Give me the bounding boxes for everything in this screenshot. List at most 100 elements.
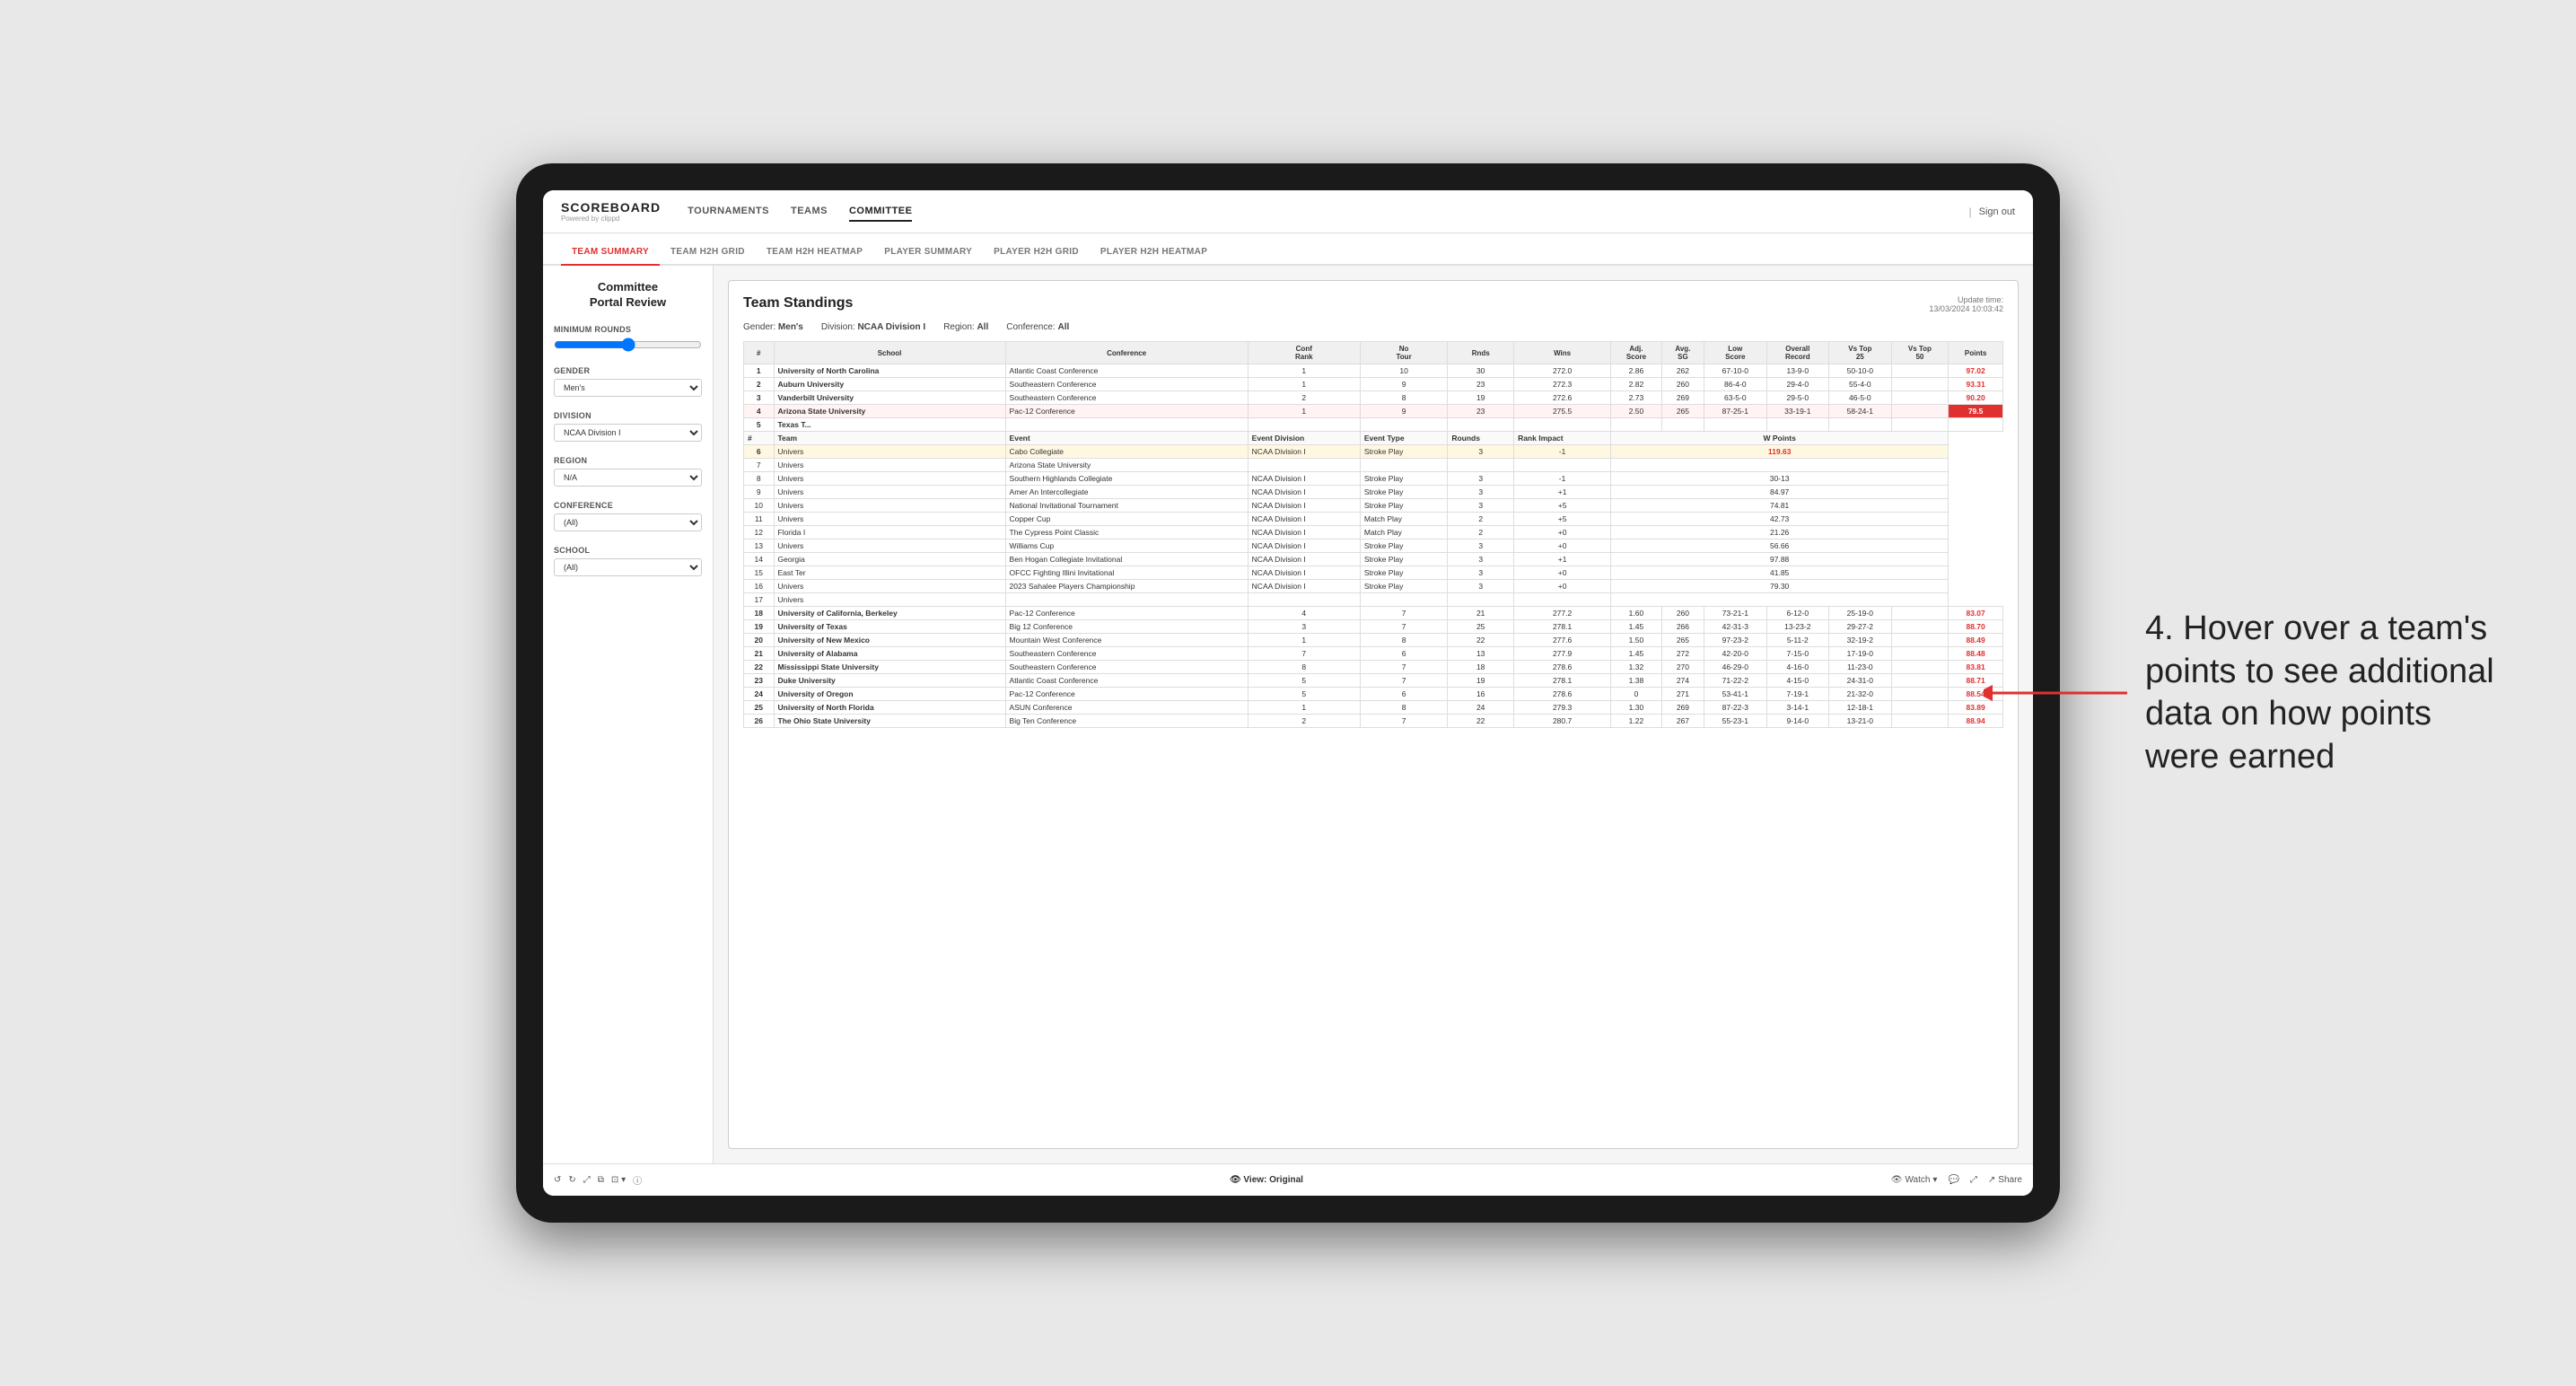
comment-btn[interactable]: 💬 <box>1948 1175 1958 1185</box>
division-select[interactable]: NCAA Division I NCAA Division II <box>554 424 702 442</box>
subnav-team-h2h-heatmap[interactable]: TEAM H2H HEATMAP <box>756 240 873 266</box>
col-vs-top25: Vs Top25 <box>1829 342 1892 364</box>
filter-gender: Gender: Men's <box>743 322 803 332</box>
table-row[interactable]: 3 Vanderbilt University Southeastern Con… <box>744 391 2003 405</box>
filter-row: Gender: Men's Division: NCAA Division I … <box>743 322 2003 332</box>
tablet-frame: SCOREBOARD Powered by clippd TOURNAMENTS… <box>516 163 2060 1223</box>
tooltip-row: 10 Univers National Invitational Tournam… <box>744 499 2003 513</box>
sidebar-conference: Conference (All) <box>554 501 702 531</box>
watch-icon: 👁 <box>1891 1175 1903 1185</box>
subnav-player-h2h-grid[interactable]: PLAYER H2H GRID <box>983 240 1090 266</box>
table-header-row: # School Conference ConfRank NoTour Rnds… <box>744 342 2003 364</box>
main-nav: TOURNAMENTS TEAMS COMMITTEE <box>688 202 1968 222</box>
table-row[interactable]: 20 University of New Mexico Mountain Wes… <box>744 634 2003 647</box>
col-overall: OverallRecord <box>1766 342 1829 364</box>
tooltip-row: 15 East Ter OFCC Fighting Illini Invitat… <box>744 566 2003 580</box>
tooltip-row: 7 Univers Arizona State University <box>744 459 2003 472</box>
subnav-player-h2h-heatmap[interactable]: PLAYER H2H HEATMAP <box>1090 240 1218 266</box>
subnav-team-h2h-grid[interactable]: TEAM H2H GRID <box>660 240 756 266</box>
table-row[interactable]: 23 Duke University Atlantic Coast Confer… <box>744 674 2003 688</box>
view-original-btn[interactable]: 👁 View: Original <box>1230 1175 1303 1185</box>
sidebar-school-label: School <box>554 546 702 555</box>
nav-committee[interactable]: COMMITTEE <box>849 202 913 222</box>
subnav-player-summary[interactable]: PLAYER SUMMARY <box>873 240 983 266</box>
toolbar-left: ↺ ↻ ⤢ ⧉ ⊡ ▾ ⓘ <box>554 1173 642 1187</box>
sidebar-gender: Gender Men's Women's <box>554 366 702 397</box>
annotation-text: 4. Hover over a team's points to see add… <box>2145 608 2504 778</box>
copy-btn[interactable]: ⧉ <box>598 1173 604 1187</box>
school-select[interactable]: (All) <box>554 558 702 576</box>
sidebar-gender-label: Gender <box>554 366 702 375</box>
tooltip-row: 8 Univers Southern Highlands Collegiate … <box>744 472 2003 486</box>
table-row[interactable]: 21 University of Alabama Southeastern Co… <box>744 647 2003 661</box>
redo-btn[interactable]: ↻ <box>568 1173 575 1187</box>
sidebar-min-rounds: Minimum Rounds <box>554 325 702 352</box>
table-row[interactable]: 2 Auburn University Southeastern Confere… <box>744 378 2003 391</box>
col-wins: Wins <box>1514 342 1611 364</box>
main-content: CommitteePortal Review Minimum Rounds Ge… <box>543 266 2033 1163</box>
nav-teams[interactable]: TEAMS <box>791 202 828 222</box>
table-row[interactable]: 1 University of North Carolina Atlantic … <box>744 364 2003 378</box>
logo-text: SCOREBOARD <box>561 200 661 215</box>
info-btn[interactable]: ⓘ <box>633 1173 642 1187</box>
report-container: Team Standings Update time:13/03/2024 10… <box>728 280 2019 1149</box>
share-icon: ↗ <box>1988 1175 1995 1185</box>
sidebar-school: School (All) <box>554 546 702 576</box>
red-arrow <box>1984 666 2145 720</box>
sidebar-min-rounds-label: Minimum Rounds <box>554 325 702 334</box>
col-adj-score: Adj.Score <box>1611 342 1662 364</box>
tooltip-row: 11 Univers Copper Cup NCAA Division I Ma… <box>744 513 2003 526</box>
report-title: Team Standings <box>743 295 853 311</box>
sub-nav: TEAM SUMMARY TEAM H2H GRID TEAM H2H HEAT… <box>543 233 2033 266</box>
eye-icon: 👁 <box>1230 1175 1241 1185</box>
min-rounds-slider[interactable] <box>554 338 702 352</box>
table-row[interactable]: 25 University of North Florida ASUN Conf… <box>744 701 2003 715</box>
table-row[interactable]: 22 Mississippi State University Southeas… <box>744 661 2003 674</box>
tooltip-row: 12 Florida I The Cypress Point Classic N… <box>744 526 2003 539</box>
col-low-score: LowScore <box>1704 342 1767 364</box>
main-panel: Team Standings Update time:13/03/2024 10… <box>714 266 2033 1163</box>
col-conference: Conference <box>1005 342 1248 364</box>
tooltip-row: 13 Univers Williams Cup NCAA Division I … <box>744 539 2003 553</box>
conference-select[interactable]: (All) <box>554 513 702 531</box>
col-school: School <box>774 342 1005 364</box>
sidebar-portal-title: CommitteePortal Review <box>554 280 702 311</box>
col-rnds: Rnds <box>1448 342 1514 364</box>
filter-region: Region: All <box>943 322 988 332</box>
table-row[interactable]: 5 Texas T... <box>744 418 2003 432</box>
expand-icon[interactable]: ⤢ <box>1970 1175 1977 1185</box>
tablet-screen: SCOREBOARD Powered by clippd TOURNAMENTS… <box>543 190 2033 1196</box>
table-row[interactable]: 24 University of Oregon Pac-12 Conferenc… <box>744 688 2003 701</box>
table-row[interactable]: 19 University of Texas Big 12 Conference… <box>744 620 2003 634</box>
toolbar-right: 👁 Watch ▾ 💬 ⤢ ↗ Share <box>1891 1175 2022 1185</box>
col-no-tour: NoTour <box>1360 342 1447 364</box>
table-row[interactable]: 18 University of California, Berkeley Pa… <box>744 607 2003 620</box>
sidebar: CommitteePortal Review Minimum Rounds Ge… <box>543 266 714 1163</box>
undo-btn[interactable]: ↺ <box>554 1173 561 1187</box>
watch-btn[interactable]: 👁 Watch ▾ <box>1891 1175 1938 1185</box>
standings-table: # School Conference ConfRank NoTour Rnds… <box>743 341 2003 728</box>
sidebar-region-label: Region <box>554 456 702 465</box>
subnav-team-summary[interactable]: TEAM SUMMARY <box>561 240 660 266</box>
more-btn[interactable]: ⊡ ▾ <box>611 1173 626 1187</box>
gender-select[interactable]: Men's Women's <box>554 379 702 397</box>
col-points: Points <box>1949 342 2003 364</box>
table-row[interactable]: 26 The Ohio State University Big Ten Con… <box>744 715 2003 728</box>
tooltip-row: 9 Univers Amer An Intercollegiate NCAA D… <box>744 486 2003 499</box>
update-time: Update time:13/03/2024 10:03:42 <box>1929 295 2003 313</box>
col-rank: # <box>744 342 775 364</box>
region-select[interactable]: N/A All <box>554 469 702 487</box>
expand-btn[interactable]: ⤢ <box>583 1173 591 1187</box>
col-conf-rank: ConfRank <box>1248 342 1360 364</box>
report-header: Team Standings Update time:13/03/2024 10… <box>743 295 2003 313</box>
tooltip-row: 16 Univers 2023 Sahalee Players Champion… <box>744 580 2003 593</box>
table-row-highlighted[interactable]: 4 Arizona State University Pac-12 Confer… <box>744 405 2003 418</box>
logo-area: SCOREBOARD Powered by clippd <box>561 200 661 223</box>
filter-division: Division: NCAA Division I <box>821 322 925 332</box>
nav-tournaments[interactable]: TOURNAMENTS <box>688 202 769 222</box>
sign-out-btn[interactable]: Sign out <box>1979 206 2015 217</box>
tooltip-row: 6 Univers Cabo Collegiate NCAA Division … <box>744 445 2003 459</box>
share-btn[interactable]: ↗ Share <box>1988 1175 2022 1185</box>
tooltip-row: 17 Univers <box>744 593 2003 607</box>
annotation-container: 4. Hover over a team's points to see add… <box>2145 642 2504 812</box>
